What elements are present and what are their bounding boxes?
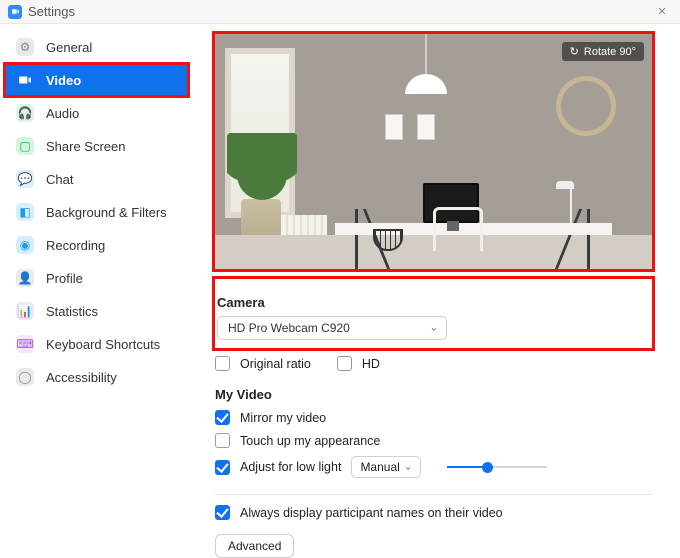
chevron-down-icon: ⌄ <box>430 323 438 334</box>
sidebar-item-accessibility[interactable]: ◯ Accessibility <box>6 362 187 392</box>
camera-select[interactable]: HD Pro Webcam C920 ⌄ <box>217 316 447 340</box>
keyboard-icon: ⌨ <box>16 335 34 353</box>
close-icon[interactable]: × <box>652 4 672 19</box>
rotate-90-button[interactable]: ↻ Rotate 90° <box>562 42 644 61</box>
low-light-slider[interactable] <box>447 460 547 474</box>
sidebar-item-label: Background & Filters <box>46 205 167 220</box>
gear-icon: ⚙ <box>16 38 34 56</box>
sidebar-item-label: Statistics <box>46 304 98 319</box>
headphones-icon: 🎧 <box>16 104 34 122</box>
mirror-video-checkbox[interactable] <box>215 410 230 425</box>
low-light-mode-value: Manual <box>360 460 399 474</box>
sidebar-item-share-screen[interactable]: ▢ Share Screen <box>6 131 187 161</box>
sidebar-item-audio[interactable]: 🎧 Audio <box>6 98 187 128</box>
recording-icon: ◉ <box>16 236 34 254</box>
statistics-icon: 📊 <box>16 302 34 320</box>
sidebar-item-keyboard-shortcuts[interactable]: ⌨ Keyboard Shortcuts <box>6 329 187 359</box>
content-pane: ↻ Rotate 90° Camera HD Pro Webcam C920 ⌄… <box>195 24 680 558</box>
title-bar: Settings × <box>0 0 680 24</box>
low-light-checkbox[interactable] <box>215 460 230 475</box>
low-light-label: Adjust for low light <box>240 460 341 474</box>
window-title: Settings <box>28 4 75 19</box>
rotate-label: Rotate 90° <box>584 46 636 58</box>
sidebar-item-label: Share Screen <box>46 139 126 154</box>
video-icon <box>16 71 34 89</box>
sidebar-item-label: Chat <box>46 172 73 187</box>
mirror-video-label: Mirror my video <box>240 411 326 425</box>
camera-heading: Camera <box>217 295 650 310</box>
sidebar-item-label: Keyboard Shortcuts <box>46 337 160 352</box>
profile-icon: 👤 <box>16 269 34 287</box>
sidebar-item-video[interactable]: Video <box>6 65 187 95</box>
sidebar-item-recording[interactable]: ◉ Recording <box>6 230 187 260</box>
sidebar-item-label: Profile <box>46 271 83 286</box>
sidebar-item-label: Video <box>46 73 81 88</box>
video-preview: ↻ Rotate 90° <box>215 34 652 269</box>
app-icon <box>8 5 22 19</box>
camera-select-value: HD Pro Webcam C920 <box>228 321 350 335</box>
chevron-down-icon: ⌄ <box>404 462 412 473</box>
touch-up-checkbox[interactable] <box>215 433 230 448</box>
sidebar-item-label: Audio <box>46 106 79 121</box>
divider <box>215 494 652 495</box>
advanced-button-label: Advanced <box>228 539 281 553</box>
sidebar-item-statistics[interactable]: 📊 Statistics <box>6 296 187 326</box>
rotate-icon: ↻ <box>570 45 579 58</box>
sidebar-item-label: Accessibility <box>46 370 117 385</box>
low-light-mode-select[interactable]: Manual ⌄ <box>351 456 421 478</box>
advanced-button[interactable]: Advanced <box>215 534 294 558</box>
share-screen-icon: ▢ <box>16 137 34 155</box>
sidebar-item-label: Recording <box>46 238 105 253</box>
sidebar: ⚙ General Video 🎧 Audio ▢ Share Screen 💬… <box>0 24 195 558</box>
my-video-heading: My Video <box>215 387 652 402</box>
original-ratio-label: Original ratio <box>240 357 311 371</box>
sidebar-item-profile[interactable]: 👤 Profile <box>6 263 187 293</box>
always-display-names-checkbox[interactable] <box>215 505 230 520</box>
background-filters-icon: ◧ <box>16 203 34 221</box>
touch-up-label: Touch up my appearance <box>240 434 380 448</box>
original-ratio-checkbox[interactable] <box>215 356 230 371</box>
sidebar-item-label: General <box>46 40 92 55</box>
hd-label: HD <box>362 357 380 371</box>
always-display-names-label: Always display participant names on thei… <box>240 506 503 520</box>
sidebar-item-chat[interactable]: 💬 Chat <box>6 164 187 194</box>
accessibility-icon: ◯ <box>16 368 34 386</box>
hd-checkbox[interactable] <box>337 356 352 371</box>
chat-icon: 💬 <box>16 170 34 188</box>
sidebar-item-general[interactable]: ⚙ General <box>6 32 187 62</box>
sidebar-item-background-filters[interactable]: ◧ Background & Filters <box>6 197 187 227</box>
